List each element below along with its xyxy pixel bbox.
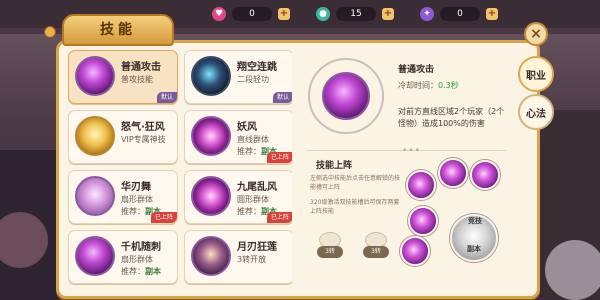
skill-card-moon-lotus[interactable]: 月刃狂莲 3转开放: [184, 230, 292, 284]
skill-card-normal-attack[interactable]: 普通攻击 普攻技能 默认: [68, 50, 178, 104]
skill-desc: 扇形群体: [121, 195, 153, 204]
resource-purple-value: 0: [440, 7, 480, 21]
skill-slot[interactable]: [408, 206, 438, 236]
skill-desc: 直线群体: [237, 135, 269, 144]
moon-lotus-icon: [191, 236, 231, 276]
skill-slot[interactable]: [400, 236, 430, 266]
green-orb-icon: ●: [316, 7, 330, 21]
skill-name: 怒气·狂风: [121, 122, 165, 133]
detail-description: 对前方直线区域2个玩家（2个怪物）造成100%的伤害: [398, 107, 505, 128]
skill-tag: 已上阵: [266, 212, 292, 223]
skill-tag: 默认: [156, 92, 177, 103]
add-purple-button[interactable]: +: [486, 8, 498, 20]
close-button[interactable]: ×: [524, 22, 548, 46]
skill-tag: 默认: [272, 92, 292, 103]
shadow-mask-icon: [191, 56, 231, 96]
skill-card-blade-dance[interactable]: 华刃舞 扇形群体 推荐：副本 已上阵: [68, 170, 178, 224]
thousand-blades-icon: [75, 236, 115, 276]
skill-card-double-jump[interactable]: 翔空连跳 二段轻功 默认: [184, 50, 292, 104]
skill-recommend-label: 推荐：: [237, 147, 261, 156]
skill-tag: 已上阵: [150, 212, 177, 223]
locked-slot-badge: 3转: [317, 246, 343, 258]
skill-name: 九尾乱风: [237, 182, 277, 193]
heart-gem-icon: ♥: [212, 7, 226, 21]
purple-bat-icon: ✦: [420, 7, 434, 21]
resource-green: ● 15 +: [316, 6, 394, 22]
skill-recommend-value: 副本: [145, 267, 161, 276]
skill-name: 普通攻击: [121, 62, 161, 73]
skill-list[interactable]: 普通攻击 普攻技能 默认 翔空连跳 二段轻功 默认 怒气·狂风 VIP专属神技 …: [68, 50, 292, 296]
detail-cooldown-value: 0.3秒: [438, 81, 459, 90]
locked-slots: 3转 3转: [316, 232, 390, 266]
divider-dots: •••: [402, 146, 421, 156]
detail-cooldown: 冷却时间：0.3秒: [398, 80, 459, 91]
skill-desc: 普攻技能: [121, 75, 153, 84]
skill-desc: 二段轻功: [237, 75, 269, 84]
golden-spirit-icon: [75, 116, 115, 156]
skill-name: 翔空连跳: [237, 62, 277, 73]
blade-dance-icon: [75, 176, 115, 216]
skill-recommend-label: 推荐：: [237, 207, 261, 216]
nine-tails-icon: [191, 176, 231, 216]
locked-slot-badge: 3转: [363, 246, 389, 258]
detail-skill-name: 普通攻击: [398, 65, 435, 75]
add-heart-button[interactable]: +: [278, 8, 290, 20]
detail-cooldown-label: 冷却时间：: [398, 81, 438, 90]
skill-detail: 普通攻击 冷却时间：0.3秒 对前方直线区域2个玩家（2个怪物）造成100%的伤…: [298, 50, 512, 290]
skill-slot[interactable]: [406, 170, 436, 200]
equip-section-title: 技能上阵: [316, 161, 353, 171]
skill-tag: 已上阵: [266, 152, 292, 163]
heart-skill-button[interactable]: 心法: [518, 94, 554, 130]
mode-slot-label: 副本: [467, 245, 481, 253]
vortex-icon: [191, 116, 231, 156]
pin-icon: [44, 26, 56, 38]
resource-heart-value: 0: [232, 7, 272, 21]
locked-slot[interactable]: 3转: [316, 232, 344, 266]
career-button[interactable]: 职业: [518, 56, 554, 92]
mode-slot-arena-label: 竞技: [468, 217, 482, 225]
resource-purple: ✦ 0 +: [420, 6, 498, 22]
skill-desc: 扇形群体: [121, 255, 153, 264]
skill-card-rage-gale[interactable]: 怒气·狂风 VIP专属神技: [68, 110, 178, 164]
add-green-button[interactable]: +: [382, 8, 394, 20]
skill-name: 千机随刺: [121, 242, 161, 253]
skill-card-demon-wind[interactable]: 妖风 直线群体 推荐：副本 已上阵: [184, 110, 292, 164]
locked-slot[interactable]: 3转: [362, 232, 390, 266]
resource-bar: ♥ 0 + ● 15 + ✦ 0 +: [212, 6, 498, 22]
skill-desc: 圆形群体: [237, 195, 269, 204]
panel-title: 技能: [62, 14, 174, 46]
skill-recommend: 推荐：副本: [121, 266, 161, 277]
skill-recommend-label: 推荐：: [121, 207, 145, 216]
arcane-slash-icon: [75, 56, 115, 96]
skill-slot[interactable]: [438, 158, 468, 188]
skill-name: 妖风: [237, 122, 257, 133]
dual-slot-hint: 320级激活双技能槽后可保存两套上阵技能: [310, 199, 400, 215]
skill-slot[interactable]: [470, 160, 500, 190]
equip-hint: 左侧选中技能后点击任意解锁的技能槽可上阵: [310, 175, 401, 191]
skill-card-nine-tails[interactable]: 九尾乱风 圆形群体 推荐：副本 已上阵: [184, 170, 292, 224]
skill-card-thousand-blades[interactable]: 千机随刺 扇形群体 推荐：副本: [68, 230, 178, 284]
resource-green-value: 15: [336, 7, 376, 21]
arcane-slash-icon: [322, 72, 370, 120]
skill-name: 华刃舞: [121, 182, 151, 193]
resource-heart: ♥ 0 +: [212, 6, 290, 22]
skill-desc: VIP专属神技: [121, 135, 166, 144]
skill-name: 月刃狂莲: [237, 242, 277, 253]
skill-desc: 3转开放: [237, 255, 267, 264]
skill-recommend-label: 推荐：: [121, 267, 145, 276]
